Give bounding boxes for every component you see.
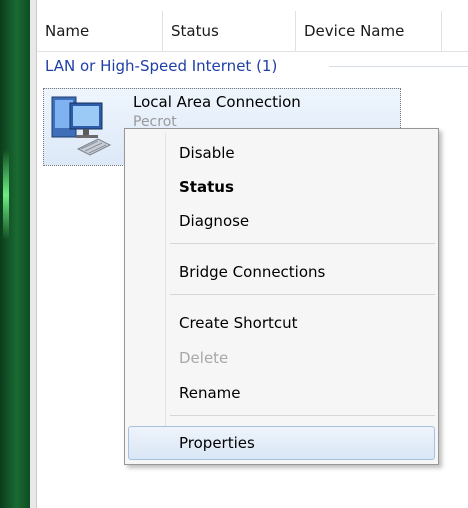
column-header: Name Status Device Name (37, 11, 468, 52)
menu-item-diagnose[interactable]: Diagnose (128, 204, 435, 238)
window-frame-left (0, 0, 30, 508)
menu-item-properties[interactable]: Properties (128, 426, 435, 460)
menu-item-create-shortcut[interactable]: Create Shortcut (128, 306, 435, 340)
context-menu: Disable Status Diagnose Bridge Connectio… (124, 128, 439, 465)
menu-item-status[interactable]: Status (128, 170, 435, 204)
group-divider (329, 66, 468, 67)
column-status[interactable]: Status (163, 11, 296, 51)
menu-item-delete[interactable]: Delete (128, 341, 435, 375)
column-device-name[interactable]: Device Name (296, 11, 442, 51)
column-extra[interactable] (442, 11, 468, 51)
group-header-lan[interactable]: LAN or High-Speed Internet (1) (45, 55, 277, 77)
menu-item-rename[interactable]: Rename (128, 376, 435, 410)
navigation-pane-edge (30, 0, 37, 508)
item-title: Local Area Connection (133, 93, 301, 111)
menu-separator (170, 415, 435, 416)
menu-separator (170, 243, 435, 244)
menu-item-bridge-connections[interactable]: Bridge Connections (128, 255, 435, 289)
menu-separator (170, 294, 435, 295)
network-adapter-icon (51, 96, 112, 156)
column-name[interactable]: Name (37, 11, 163, 51)
menu-item-disable[interactable]: Disable (128, 136, 435, 170)
